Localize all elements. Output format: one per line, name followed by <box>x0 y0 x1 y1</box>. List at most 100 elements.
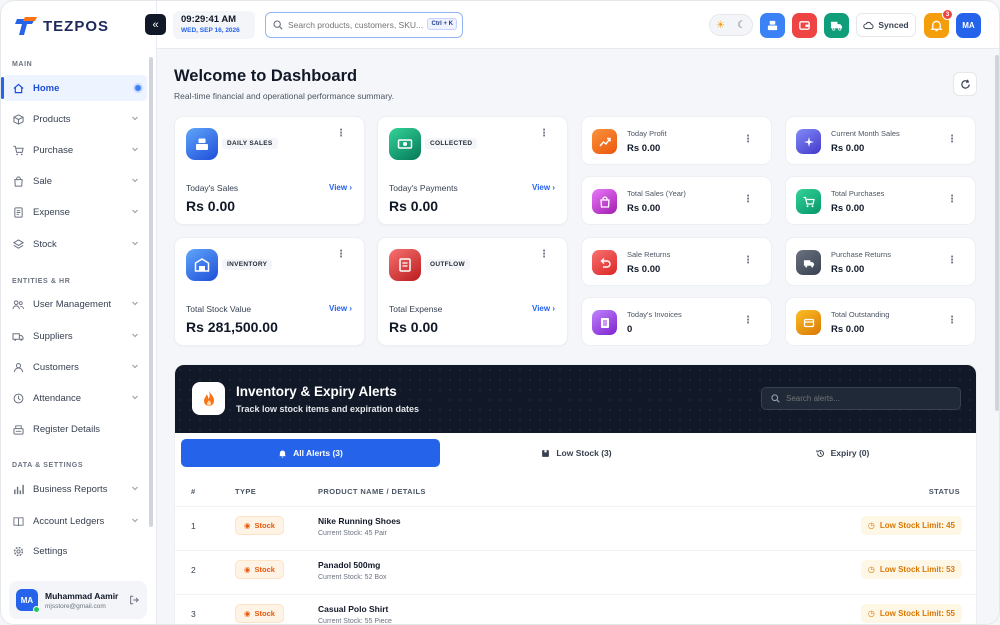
card-daily-sales: DAILY SALES ⋮ Today's Sales View › Rs 0.… <box>174 116 365 225</box>
card-label: Total Purchases <box>831 189 885 198</box>
sidebar-item-label: Register Details <box>33 423 101 435</box>
product-detail: Current Stock: 55 Piece <box>318 618 392 625</box>
sidebar-item-home[interactable]: Home <box>1 75 147 101</box>
tab-label: Low Stock (3) <box>556 448 612 458</box>
pos-register-button[interactable] <box>760 13 785 38</box>
register-icon <box>12 423 24 435</box>
box-icon: ◉ <box>244 609 251 618</box>
alerts-search-input[interactable] <box>786 394 946 403</box>
sidebar-item-account-ledgers[interactable]: Account Ledgers <box>3 508 147 534</box>
sidebar-item-label: Sale <box>33 175 53 187</box>
sparkle-icon <box>796 129 821 154</box>
alerts-search[interactable] <box>761 387 961 410</box>
moon-icon[interactable]: ☾ <box>737 20 746 31</box>
home-icon <box>12 82 24 94</box>
truck-icon <box>830 19 843 32</box>
cart-icon <box>12 144 24 156</box>
sidebar-item-settings[interactable]: Settings <box>3 538 147 564</box>
sidebar-item-suppliers[interactable]: Suppliers <box>3 323 147 349</box>
card-label: Today's Sales <box>186 183 239 193</box>
sidebar-item-expense[interactable]: Expense <box>3 199 147 225</box>
view-link[interactable]: View › <box>329 304 352 313</box>
more-options-icon[interactable]: ⋮ <box>743 134 753 145</box>
more-options-icon[interactable]: ⋮ <box>539 129 549 139</box>
main-scrollbar[interactable] <box>995 55 999 411</box>
tab-low-stock[interactable]: Low Stock (3) <box>447 439 706 467</box>
more-options-icon[interactable]: ⋮ <box>947 315 957 326</box>
more-options-icon[interactable]: ⋮ <box>539 250 549 260</box>
row-number: 3 <box>191 609 196 619</box>
logo[interactable]: TEZPOS <box>15 15 109 37</box>
sidebar-section-main: MAIN <box>12 61 33 68</box>
more-options-icon[interactable]: ⋮ <box>947 134 957 145</box>
sidebar-item-business-reports[interactable]: Business Reports <box>3 476 147 502</box>
refresh-button[interactable] <box>953 72 977 96</box>
global-search[interactable]: Ctrl + K <box>265 12 463 38</box>
product-detail: Current Stock: 52 Box <box>318 574 387 581</box>
wallet-icon <box>796 310 821 335</box>
delivery-button[interactable] <box>824 13 849 38</box>
sidebar-item-register-details[interactable]: Register Details <box>3 416 147 442</box>
more-options-icon[interactable]: ⋮ <box>743 255 753 266</box>
alerts-subtitle: Track low stock items and expiration dat… <box>236 404 420 414</box>
more-options-icon[interactable]: ⋮ <box>336 129 346 139</box>
logo-icon <box>15 17 37 35</box>
more-options-icon[interactable]: ⋮ <box>336 250 346 260</box>
undo-icon <box>592 250 617 275</box>
search-input[interactable] <box>288 20 426 30</box>
more-options-icon[interactable]: ⋮ <box>947 194 957 205</box>
user-profile-card[interactable]: MA Muhammad Aamir mjsstore@gmail.com <box>9 581 147 619</box>
card-label: Total Outstanding <box>831 310 890 319</box>
profile-avatar-button[interactable]: MA <box>956 13 981 38</box>
sidebar-item-purchase[interactable]: Purchase <box>3 137 147 163</box>
notifications-button[interactable]: 3 <box>924 9 953 38</box>
truck-icon <box>12 330 24 342</box>
view-link[interactable]: View › <box>532 304 555 313</box>
view-link[interactable]: View › <box>532 183 555 192</box>
sidebar-item-label: Attendance <box>33 392 82 404</box>
bar-chart-icon <box>12 483 24 495</box>
user-icon <box>12 361 24 373</box>
double-chevron-left-icon: « <box>152 18 159 31</box>
sidebar-item-label: Customers <box>33 361 79 373</box>
active-indicator-dot <box>135 85 141 91</box>
logout-icon[interactable] <box>129 595 139 605</box>
wallet-button[interactable] <box>792 13 817 38</box>
sidebar-item-label: User Management <box>33 298 112 310</box>
fire-icon <box>192 382 225 415</box>
card-label: Today's Invoices <box>627 310 682 319</box>
sidebar-item-attendance[interactable]: Attendance <box>3 385 147 411</box>
tab-expiry[interactable]: Expiry (0) <box>713 439 972 467</box>
sun-icon[interactable]: ☀ <box>716 20 725 31</box>
table-row[interactable]: 2 ◉ Stock Panadol 500mg Current Stock: 52… <box>175 550 976 594</box>
theme-toggle[interactable]: ☀ ☾ <box>709 14 753 36</box>
view-link[interactable]: View › <box>329 183 352 192</box>
receipt-icon <box>12 206 24 218</box>
sync-status[interactable]: Synced <box>856 13 916 37</box>
current-time: 09:29:41 AM <box>181 14 237 25</box>
collapse-sidebar-button[interactable]: « <box>145 14 166 35</box>
sidebar-item-customers[interactable]: Customers <box>3 354 147 380</box>
notification-count-badge: 3 <box>942 9 953 20</box>
table-row[interactable]: 3 ◉ Stock Casual Polo Shirt Current Stock… <box>175 594 976 625</box>
more-options-icon[interactable]: ⋮ <box>947 255 957 266</box>
sidebar-scrollbar[interactable] <box>149 57 153 527</box>
book-icon <box>12 515 24 527</box>
sidebar-item-products[interactable]: Products <box>3 106 147 132</box>
column-header-number: # <box>191 487 196 496</box>
tab-all-alerts[interactable]: All Alerts (3) <box>181 439 440 467</box>
box-icon: ◉ <box>244 565 251 574</box>
table-row[interactable]: 1 ◉ Stock Nike Running Shoes Current Stoc… <box>175 506 976 550</box>
chevron-down-icon <box>131 516 139 527</box>
more-options-icon[interactable]: ⋮ <box>743 194 753 205</box>
more-options-icon[interactable]: ⋮ <box>743 315 753 326</box>
column-header-type: TYPE <box>235 487 257 496</box>
card-inventory: INVENTORY ⋮ Total Stock Value View › Rs … <box>174 237 365 346</box>
sidebar-item-user-management[interactable]: User Management <box>3 291 147 317</box>
card-purchase-returns: Purchase Returns Rs 0.00 ⋮ <box>785 237 976 286</box>
sidebar-item-label: Expense <box>33 206 70 218</box>
card-tag: COLLECTED <box>425 138 478 149</box>
sidebar-item-stock[interactable]: Stock <box>3 231 147 257</box>
cash-register-icon <box>766 19 779 32</box>
sidebar-item-sale[interactable]: Sale <box>3 168 147 194</box>
